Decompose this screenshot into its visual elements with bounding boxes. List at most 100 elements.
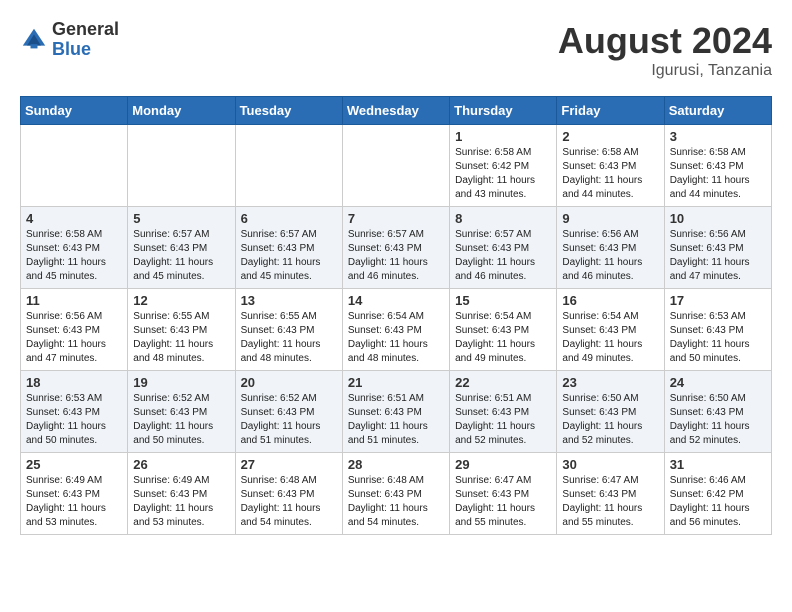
cell-content: Sunrise: 6:48 AM Sunset: 6:43 PM Dayligh… <box>348 474 444 530</box>
calendar-cell: 28 Sunrise: 6:48 AM Sunset: 6:43 PM Dayli… <box>342 453 449 535</box>
calendar-week-3: 11 Sunrise: 6:56 AM Sunset: 6:43 PM Dayli… <box>21 289 772 371</box>
calendar-cell: 19 Sunrise: 6:52 AM Sunset: 6:43 PM Dayli… <box>128 371 235 453</box>
day-number: 23 <box>562 375 658 390</box>
calendar-cell <box>128 125 235 207</box>
cell-content: Sunrise: 6:58 AM Sunset: 6:43 PM Dayligh… <box>670 146 766 202</box>
cell-content: Sunrise: 6:57 AM Sunset: 6:43 PM Dayligh… <box>241 228 337 284</box>
cell-content: Sunrise: 6:58 AM Sunset: 6:43 PM Dayligh… <box>26 228 122 284</box>
day-number: 3 <box>670 129 766 144</box>
calendar-cell: 7 Sunrise: 6:57 AM Sunset: 6:43 PM Daylig… <box>342 207 449 289</box>
cell-content: Sunrise: 6:56 AM Sunset: 6:43 PM Dayligh… <box>26 310 122 366</box>
title-block: August 2024 Igurusi, Tanzania <box>558 20 772 80</box>
calendar-cell: 12 Sunrise: 6:55 AM Sunset: 6:43 PM Dayli… <box>128 289 235 371</box>
calendar-cell: 10 Sunrise: 6:56 AM Sunset: 6:43 PM Dayli… <box>664 207 771 289</box>
calendar-cell: 18Sunrise: 6:53 AM Sunset: 6:43 PM Dayli… <box>21 371 128 453</box>
day-number: 6 <box>241 211 337 226</box>
calendar-cell: 22 Sunrise: 6:51 AM Sunset: 6:43 PM Dayli… <box>450 371 557 453</box>
cell-content: Sunrise: 6:55 AM Sunset: 6:43 PM Dayligh… <box>133 310 229 366</box>
day-number: 20 <box>241 375 337 390</box>
day-number: 28 <box>348 457 444 472</box>
calendar-cell: 20 Sunrise: 6:52 AM Sunset: 6:43 PM Dayli… <box>235 371 342 453</box>
day-number: 26 <box>133 457 229 472</box>
cell-content: Sunrise: 6:52 AM Sunset: 6:43 PM Dayligh… <box>133 392 229 448</box>
day-number: 4 <box>26 211 122 226</box>
calendar-cell: 11 Sunrise: 6:56 AM Sunset: 6:43 PM Dayli… <box>21 289 128 371</box>
day-number: 13 <box>241 293 337 308</box>
day-number: 27 <box>241 457 337 472</box>
cell-content: Sunrise: 6:51 AM Sunset: 6:43 PM Dayligh… <box>348 392 444 448</box>
cell-content: Sunrise: 6:57 AM Sunset: 6:43 PM Dayligh… <box>133 228 229 284</box>
month-year-title: August 2024 <box>558 20 772 62</box>
calendar-table: SundayMondayTuesdayWednesdayThursdayFrid… <box>20 96 772 535</box>
day-header-friday: Friday <box>557 97 664 125</box>
cell-content: Sunrise: 6:49 AM Sunset: 6:43 PM Dayligh… <box>133 474 229 530</box>
calendar-cell <box>235 125 342 207</box>
day-number: 14 <box>348 293 444 308</box>
calendar-cell: 14 Sunrise: 6:54 AM Sunset: 6:43 PM Dayli… <box>342 289 449 371</box>
day-number: 2 <box>562 129 658 144</box>
header-row: SundayMondayTuesdayWednesdayThursdayFrid… <box>21 97 772 125</box>
cell-content: Sunrise: 6:49 AM Sunset: 6:43 PM Dayligh… <box>26 474 122 530</box>
calendar-cell: 3 Sunrise: 6:58 AM Sunset: 6:43 PM Daylig… <box>664 125 771 207</box>
cell-content: Sunrise: 6:50 AM Sunset: 6:43 PM Dayligh… <box>562 392 658 448</box>
calendar-cell: 25Sunrise: 6:49 AM Sunset: 6:43 PM Dayli… <box>21 453 128 535</box>
day-number: 12 <box>133 293 229 308</box>
calendar-cell: 1 Sunrise: 6:58 AM Sunset: 6:42 PM Daylig… <box>450 125 557 207</box>
calendar-cell: 23 Sunrise: 6:50 AM Sunset: 6:43 PM Dayli… <box>557 371 664 453</box>
day-number: 21 <box>348 375 444 390</box>
calendar-cell: 13Sunrise: 6:55 AM Sunset: 6:43 PM Dayli… <box>235 289 342 371</box>
logo-text: General Blue <box>52 20 119 60</box>
day-number: 5 <box>133 211 229 226</box>
cell-content: Sunrise: 6:47 AM Sunset: 6:43 PM Dayligh… <box>562 474 658 530</box>
cell-content: Sunrise: 6:58 AM Sunset: 6:43 PM Dayligh… <box>562 146 658 202</box>
day-number: 11 <box>26 293 122 308</box>
calendar-cell: 16 Sunrise: 6:54 AM Sunset: 6:43 PM Dayli… <box>557 289 664 371</box>
cell-content: Sunrise: 6:56 AM Sunset: 6:43 PM Dayligh… <box>562 228 658 284</box>
calendar-week-5: 25Sunrise: 6:49 AM Sunset: 6:43 PM Dayli… <box>21 453 772 535</box>
calendar-cell: 21 Sunrise: 6:51 AM Sunset: 6:43 PM Dayli… <box>342 371 449 453</box>
cell-content: Sunrise: 6:52 AM Sunset: 6:43 PM Dayligh… <box>241 392 337 448</box>
calendar-cell: 2 Sunrise: 6:58 AM Sunset: 6:43 PM Daylig… <box>557 125 664 207</box>
calendar-cell: 24 Sunrise: 6:50 AM Sunset: 6:43 PM Dayli… <box>664 371 771 453</box>
logo: General Blue <box>20 20 119 60</box>
day-number: 17 <box>670 293 766 308</box>
calendar-cell: 17 Sunrise: 6:53 AM Sunset: 6:43 PM Dayli… <box>664 289 771 371</box>
calendar-cell: 5 Sunrise: 6:57 AM Sunset: 6:43 PM Daylig… <box>128 207 235 289</box>
cell-content: Sunrise: 6:50 AM Sunset: 6:43 PM Dayligh… <box>670 392 766 448</box>
day-number: 7 <box>348 211 444 226</box>
calendar-cell: 31Sunrise: 6:46 AM Sunset: 6:42 PM Dayli… <box>664 453 771 535</box>
day-number: 19 <box>133 375 229 390</box>
cell-content: Sunrise: 6:58 AM Sunset: 6:42 PM Dayligh… <box>455 146 551 202</box>
day-number: 1 <box>455 129 551 144</box>
calendar-cell: 8Sunrise: 6:57 AM Sunset: 6:43 PM Daylig… <box>450 207 557 289</box>
calendar-week-2: 4 Sunrise: 6:58 AM Sunset: 6:43 PM Daylig… <box>21 207 772 289</box>
cell-content: Sunrise: 6:51 AM Sunset: 6:43 PM Dayligh… <box>455 392 551 448</box>
day-number: 22 <box>455 375 551 390</box>
cell-content: Sunrise: 6:48 AM Sunset: 6:43 PM Dayligh… <box>241 474 337 530</box>
cell-content: Sunrise: 6:57 AM Sunset: 6:43 PM Dayligh… <box>455 228 551 284</box>
day-header-sunday: Sunday <box>21 97 128 125</box>
day-number: 16 <box>562 293 658 308</box>
cell-content: Sunrise: 6:54 AM Sunset: 6:43 PM Dayligh… <box>562 310 658 366</box>
day-number: 30 <box>562 457 658 472</box>
day-number: 24 <box>670 375 766 390</box>
calendar-cell: 29Sunrise: 6:47 AM Sunset: 6:43 PM Dayli… <box>450 453 557 535</box>
day-header-monday: Monday <box>128 97 235 125</box>
page-header: General Blue August 2024 Igurusi, Tanzan… <box>20 20 772 80</box>
calendar-cell: 9Sunrise: 6:56 AM Sunset: 6:43 PM Daylig… <box>557 207 664 289</box>
day-header-tuesday: Tuesday <box>235 97 342 125</box>
location-subtitle: Igurusi, Tanzania <box>558 62 772 80</box>
cell-content: Sunrise: 6:57 AM Sunset: 6:43 PM Dayligh… <box>348 228 444 284</box>
cell-content: Sunrise: 6:54 AM Sunset: 6:43 PM Dayligh… <box>348 310 444 366</box>
calendar-week-1: 1 Sunrise: 6:58 AM Sunset: 6:42 PM Daylig… <box>21 125 772 207</box>
day-header-saturday: Saturday <box>664 97 771 125</box>
cell-content: Sunrise: 6:56 AM Sunset: 6:43 PM Dayligh… <box>670 228 766 284</box>
cell-content: Sunrise: 6:53 AM Sunset: 6:43 PM Dayligh… <box>670 310 766 366</box>
day-number: 10 <box>670 211 766 226</box>
calendar-cell <box>342 125 449 207</box>
calendar-week-4: 18Sunrise: 6:53 AM Sunset: 6:43 PM Dayli… <box>21 371 772 453</box>
day-number: 29 <box>455 457 551 472</box>
day-header-wednesday: Wednesday <box>342 97 449 125</box>
calendar-cell: 27 Sunrise: 6:48 AM Sunset: 6:43 PM Dayli… <box>235 453 342 535</box>
logo-icon <box>20 26 48 54</box>
